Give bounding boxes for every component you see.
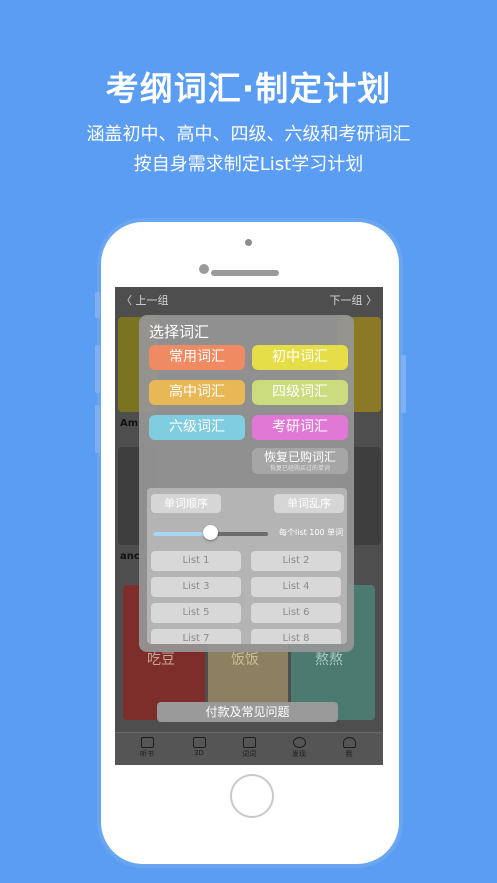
open-book-icon bbox=[242, 737, 256, 748]
select-vocab-panel: 选择词汇 常用词汇 初中词汇 高中词汇 四级词汇 六级词汇 考研词汇 恢复已购词… bbox=[139, 315, 354, 652]
list-8-button[interactable]: List 8 bbox=[251, 629, 341, 644]
order-random-button[interactable]: 单词乱序 bbox=[274, 494, 344, 513]
subline-2: 按自身需求制定List学习计划 bbox=[133, 154, 364, 175]
home-button[interactable] bbox=[230, 774, 274, 818]
subline-1: 涵盖初中、高中、四级、六级和考研词汇 bbox=[86, 124, 411, 145]
tab-label: 发现 bbox=[292, 750, 306, 758]
list-7-button[interactable]: List 7 bbox=[151, 629, 241, 644]
vocab-common-button[interactable]: 常用词汇 bbox=[149, 345, 245, 370]
person-icon bbox=[342, 737, 356, 748]
mute-switch bbox=[95, 292, 100, 318]
vocab-postgrad-button[interactable]: 考研词汇 bbox=[252, 415, 348, 440]
power-button bbox=[401, 355, 406, 413]
restore-title: 恢复已购词汇 bbox=[263, 450, 336, 464]
next-group-button[interactable]: 下一组 〉 bbox=[330, 292, 378, 308]
app-screen: 〈 上一组 下一组 〉 Am anc 吃豆 饭饭 熬熬 选择词汇 常用词汇 初中… bbox=[115, 287, 383, 765]
bg-label: anc bbox=[120, 551, 140, 562]
bg-card-text: 吃豆 bbox=[147, 652, 175, 668]
slider-caption: 每个list 100 单词 bbox=[279, 528, 344, 537]
vocab-cet4-button[interactable]: 四级词汇 bbox=[252, 380, 348, 405]
bg-card-text: 饭饭 bbox=[231, 652, 259, 668]
list-4-button[interactable]: List 4 bbox=[251, 577, 341, 597]
front-camera-icon bbox=[245, 239, 252, 246]
list-2-button[interactable]: List 2 bbox=[251, 551, 341, 571]
vocab-junior-button[interactable]: 初中词汇 bbox=[252, 345, 348, 370]
tab-bar: 听书 3D 词词 发现 我 bbox=[115, 732, 383, 765]
book-icon bbox=[140, 737, 154, 748]
vocab-senior-button[interactable]: 高中词汇 bbox=[149, 380, 245, 405]
nav-bar: 〈 上一组 下一组 〉 bbox=[115, 287, 383, 311]
tab-listen[interactable]: 听书 bbox=[127, 735, 167, 759]
headline: 考纲词汇·制定计划 bbox=[105, 69, 392, 108]
list-1-button[interactable]: List 1 bbox=[151, 551, 241, 571]
speaker-grille bbox=[211, 270, 279, 276]
compass-icon bbox=[292, 737, 306, 748]
bg-card-text: 熬熬 bbox=[315, 652, 343, 668]
order-sequential-button[interactable]: 单词顺序 bbox=[151, 494, 221, 513]
tab-me[interactable]: 我 bbox=[329, 735, 369, 759]
cube-icon bbox=[192, 737, 206, 748]
sensor-icon bbox=[199, 264, 209, 274]
prev-group-button[interactable]: 〈 上一组 bbox=[121, 292, 169, 308]
tab-discover[interactable]: 发现 bbox=[279, 735, 319, 759]
list-5-button[interactable]: List 5 bbox=[151, 603, 241, 623]
tab-label: 听书 bbox=[140, 750, 154, 758]
vocab-cet6-button[interactable]: 六级词汇 bbox=[149, 415, 245, 440]
slider-fill bbox=[153, 532, 211, 536]
tab-3d[interactable]: 3D bbox=[179, 735, 219, 757]
list-3-button[interactable]: List 3 bbox=[151, 577, 241, 597]
faq-button[interactable]: 付款及常见问题 bbox=[157, 702, 338, 722]
tab-label: 3D bbox=[194, 749, 204, 757]
tab-label: 词词 bbox=[242, 750, 256, 758]
volume-up-button bbox=[95, 345, 100, 393]
restore-purchases-button[interactable]: 恢复已购词汇 恢复已经购买过的单词 bbox=[252, 448, 348, 474]
slider-thumb[interactable] bbox=[203, 525, 218, 540]
panel-title: 选择词汇 bbox=[149, 323, 210, 341]
volume-down-button bbox=[95, 405, 100, 453]
tab-words[interactable]: 词词 bbox=[229, 735, 269, 759]
list-6-button[interactable]: List 6 bbox=[251, 603, 341, 623]
list-settings-panel: 单词顺序 单词乱序 每个list 100 单词 List 1 List 2 Li… bbox=[147, 488, 347, 644]
restore-subtitle: 恢复已经购买过的单词 bbox=[269, 465, 330, 472]
tab-label: 我 bbox=[345, 750, 353, 758]
bg-label: Am bbox=[120, 418, 139, 429]
